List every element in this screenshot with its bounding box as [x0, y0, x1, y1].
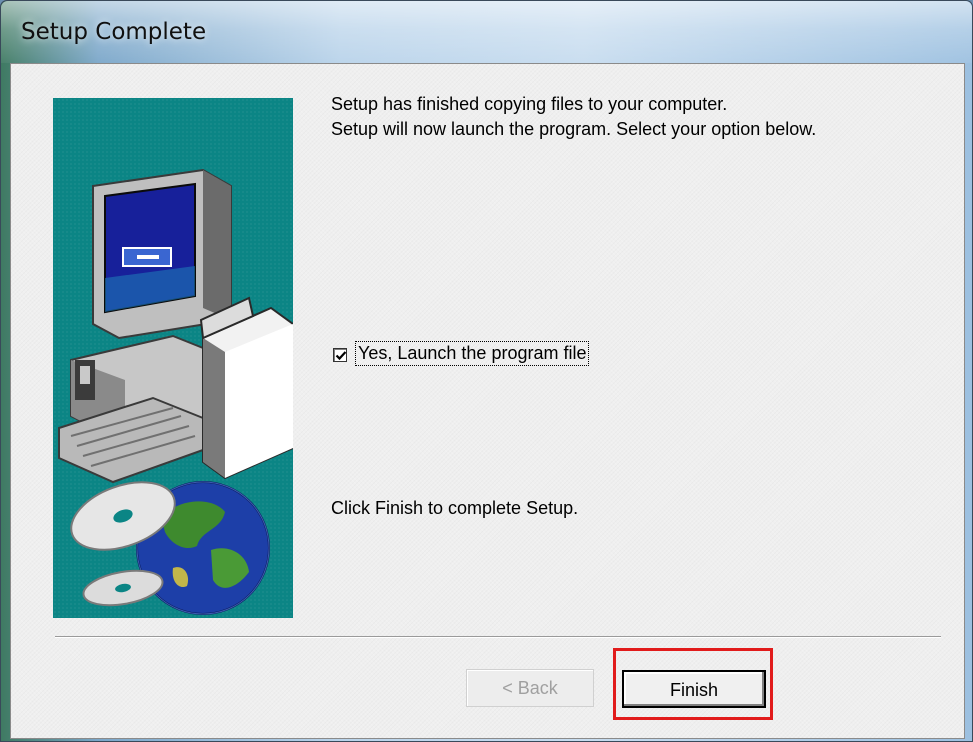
- title-bar[interactable]: Setup Complete: [1, 1, 972, 63]
- finish-button[interactable]: Finish: [622, 670, 766, 708]
- window-title: Setup Complete: [21, 19, 207, 45]
- finish-button-label: Finish: [669, 680, 718, 700]
- finish-instruction: Click Finish to complete Setup.: [331, 498, 579, 518]
- button-separator: [55, 636, 941, 638]
- launch-program-checkbox-label[interactable]: Yes, Launch the program file: [354, 341, 590, 366]
- launch-program-checkbox[interactable]: [333, 348, 347, 362]
- back-button[interactable]: < Back: [466, 669, 594, 707]
- back-button-label: < Back: [502, 678, 558, 698]
- dialog-client-area: Setup has finished copying files to your…: [10, 63, 965, 739]
- setup-illustration: [53, 98, 293, 618]
- setup-dialog-window: Setup Complete Setup has finished copyin…: [0, 0, 973, 742]
- launch-message: Setup will now launch the program. Selec…: [331, 119, 817, 139]
- finished-message: Setup has finished copying files to your…: [331, 94, 728, 114]
- computer-monitor-icon: [92, 168, 232, 340]
- software-box-icon: [199, 296, 293, 480]
- check-mark-icon: [335, 351, 347, 361]
